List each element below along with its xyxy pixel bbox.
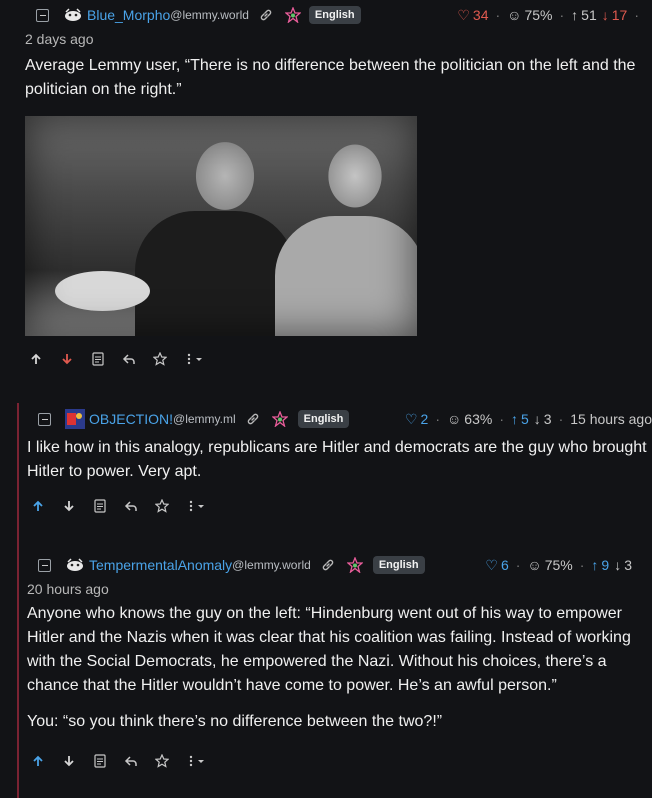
comment-header: OBJECTION! @lemmy.ml English ♡ 2 · ☺ 63% · … <box>0 406 652 432</box>
timestamp: 2 days ago <box>25 31 94 47</box>
heart-icon: ♡ <box>404 410 418 427</box>
star-icon[interactable] <box>155 754 169 768</box>
comment-2: OBJECTION! @lemmy.ml English ♡ 2 · ☺ 63% · … <box>0 406 652 496</box>
upvote-button[interactable] <box>29 352 43 366</box>
hearts-count: 34 <box>472 7 489 23</box>
embedded-photo[interactable] <box>25 116 417 336</box>
comment-header: TempermentalAnomaly @lemmy.world English … <box>0 552 652 578</box>
comment-text: Anyone who knows the guy on the left: “H… <box>27 605 631 694</box>
smile-icon: ☺ <box>447 411 462 427</box>
timestamp: 15 hours ago <box>570 411 652 427</box>
percent: 75% <box>524 7 553 23</box>
arrow-down-icon: ↓ <box>614 557 622 573</box>
arrow-down-icon: ↓ <box>601 7 609 23</box>
instance[interactable]: @lemmy.world <box>232 558 311 572</box>
comment-actions <box>31 748 231 774</box>
percent: 75% <box>544 557 573 573</box>
comment-stats: ♡ 6 · ☺ 75% · ↑ 9 ↓ 3 <box>485 556 632 574</box>
timestamp: 20 hours ago <box>27 581 109 597</box>
collapse-icon[interactable] <box>38 412 51 426</box>
downvote-button[interactable] <box>62 754 76 768</box>
avatar[interactable] <box>63 7 83 23</box>
source-icon[interactable] <box>93 754 107 768</box>
comment-text: You: “so you think there’s no difference… <box>27 713 443 730</box>
heart-icon: ♡ <box>457 6 470 23</box>
comment-stats: ♡ 34 · ☺ 75% · ↑ 51 ↓ 17 · <box>457 6 639 24</box>
avatar[interactable] <box>65 557 85 573</box>
comment-actions <box>31 493 231 519</box>
star-icon[interactable] <box>153 352 167 366</box>
comment-1: Blue_Morpho @lemmy.world English ♡ 34 · ☺ 7… <box>0 2 652 114</box>
upvote-count: 9 <box>601 557 610 573</box>
source-icon[interactable] <box>93 499 107 513</box>
language-badge: English <box>308 6 361 24</box>
downvote-button[interactable] <box>62 499 76 513</box>
link-icon[interactable] <box>246 412 260 426</box>
reply-icon[interactable] <box>124 499 138 513</box>
comment-stats: ♡ 2 · ☺ 63% · ↑ 5 ↓ 3 · 15 hours ago <box>404 410 652 428</box>
comment-text: Average Lemmy user, “There is no differe… <box>25 57 636 98</box>
arrow-up-icon: ↑ <box>511 411 518 427</box>
comment-actions <box>29 346 229 372</box>
instance[interactable]: @lemmy.ml <box>173 412 236 426</box>
comment-3: TempermentalAnomaly @lemmy.world English … <box>0 552 652 746</box>
downvote-count: 3 <box>624 557 632 573</box>
username[interactable]: TempermentalAnomaly <box>89 557 232 573</box>
upvote-button[interactable] <box>31 499 45 513</box>
arrow-down-icon: ↓ <box>533 411 541 427</box>
link-icon[interactable] <box>321 558 335 572</box>
username[interactable]: Blue_Morpho <box>87 7 170 23</box>
star-icon[interactable] <box>155 499 169 513</box>
instance[interactable]: @lemmy.world <box>170 8 249 22</box>
upvote-button[interactable] <box>31 754 45 768</box>
link-icon[interactable] <box>259 8 273 22</box>
reply-icon[interactable] <box>122 352 136 366</box>
downvote-button[interactable] <box>60 352 74 366</box>
percent: 63% <box>464 411 493 427</box>
downvote-count: 17 <box>611 7 628 23</box>
more-icon[interactable] <box>186 499 214 513</box>
ccc-icon[interactable] <box>284 7 301 23</box>
upvote-count: 51 <box>581 7 597 23</box>
language-badge: English <box>372 556 425 574</box>
collapse-icon[interactable] <box>36 8 49 22</box>
hearts-count: 2 <box>420 411 429 427</box>
downvote-count: 3 <box>543 411 552 427</box>
hearts-count: 6 <box>500 557 509 573</box>
arrow-up-icon: ↑ <box>571 7 579 23</box>
language-badge: English <box>297 410 350 428</box>
avatar[interactable] <box>65 409 85 429</box>
comment-body: I like how in this analogy, republicans … <box>0 436 652 484</box>
comment-text: I like how in this analogy, republicans … <box>27 439 647 480</box>
heart-icon: ♡ <box>485 556 498 573</box>
more-icon[interactable] <box>184 352 212 366</box>
collapse-icon[interactable] <box>38 558 51 572</box>
ccc-icon[interactable] <box>346 557 363 573</box>
comment-body: Average Lemmy user, “There is no differe… <box>0 54 652 102</box>
more-icon[interactable] <box>186 754 214 768</box>
comment-body: Anyone who knows the guy on the left: “H… <box>0 602 652 734</box>
ccc-icon[interactable] <box>271 411 288 427</box>
reply-icon[interactable] <box>124 754 138 768</box>
arrow-up-icon: ↑ <box>591 557 599 573</box>
source-icon[interactable] <box>91 352 105 366</box>
comment-header: Blue_Morpho @lemmy.world English ♡ 34 · ☺ 7… <box>0 2 652 28</box>
smile-icon: ☺ <box>507 7 522 23</box>
smile-icon: ☺ <box>527 557 542 573</box>
upvote-count: 5 <box>521 411 529 427</box>
username[interactable]: OBJECTION! <box>89 411 173 427</box>
